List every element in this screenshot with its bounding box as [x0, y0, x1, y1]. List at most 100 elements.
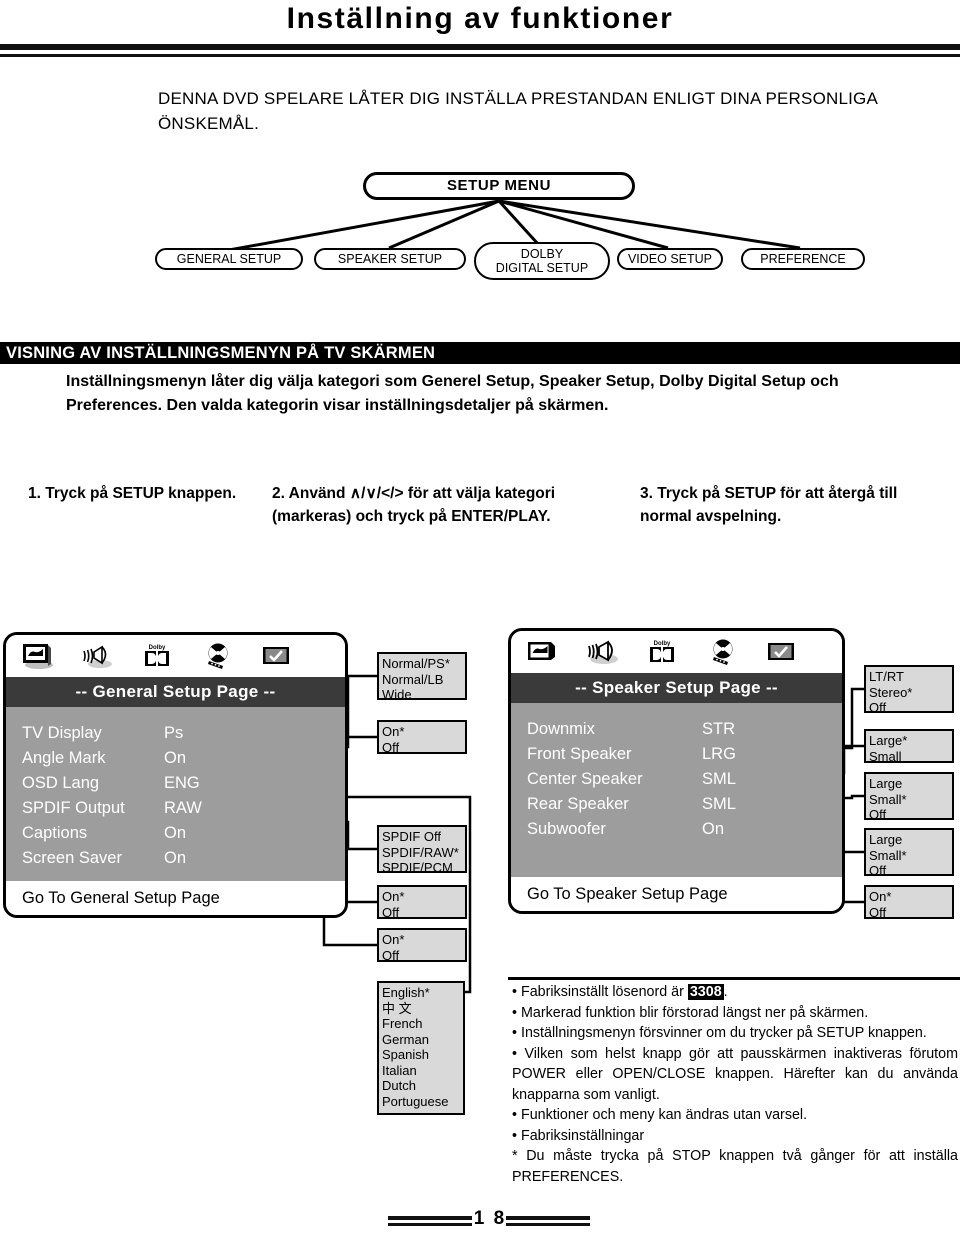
options-osd-lang[interactable]: English* 中 文 French German Spanish Italian Dut… [377, 981, 465, 1115]
note-item: • Funktioner och meny kan ändras utan va… [512, 1107, 808, 1123]
general-setup-panel: Dolby -- General Setup Page -- TV Displa… [3, 632, 348, 918]
notes-divider [508, 977, 960, 980]
row-value: RAW [164, 799, 202, 817]
row-value: On [164, 849, 187, 867]
row-label: Rear Speaker [527, 795, 629, 813]
speaker-setup-panel: Dolby -- Speaker Setup Page -- Downmix S… [508, 628, 845, 914]
section-heading: VISNING AV INSTÄLLNINGSMENYN PÅ TV SKÄRM… [0, 342, 960, 364]
row-label: Screen Saver [22, 849, 122, 867]
note-password-suffix: . [723, 984, 728, 1000]
row-label: SPDIF Output [22, 799, 125, 817]
step-2: 2. Använd ∧/∨/</> för att välja kategori… [272, 485, 556, 525]
general-setup-title: -- General Setup Page -- [6, 677, 345, 707]
checkmark-icon[interactable] [260, 642, 294, 670]
diagram-node-dolby-line2: DIGITAL SETUP [495, 261, 589, 275]
speaker-setup-rows: Downmix STR Front Speaker LRG Center Spe… [511, 703, 842, 877]
row-label: Captions [22, 824, 88, 842]
table-row[interactable]: Front Speaker LRG [511, 742, 842, 767]
row-label: Downmix [527, 720, 595, 738]
diagram-node-speaker-setup[interactable]: SPEAKER SETUP [314, 248, 466, 270]
step-1: 1. Tryck på SETUP knappen. [28, 485, 237, 502]
diagram-node-preference[interactable]: PREFERENCE [741, 248, 865, 270]
row-value: On [164, 749, 187, 767]
options-screen-saver[interactable]: On* Off [377, 928, 467, 963]
film-reel-icon[interactable] [705, 638, 739, 666]
row-value: SML [702, 770, 736, 788]
diagram-node-video-setup[interactable]: VIDEO SETUP [617, 248, 723, 270]
step-3: 3. Tryck på SETUP för att återgå till no… [640, 485, 898, 525]
row-label: TV Display [22, 724, 102, 742]
note-password-prefix: • Fabriksinställt lösenord är [512, 984, 688, 1000]
speaker-icon[interactable] [585, 638, 619, 666]
general-setup-icon-bar: Dolby [6, 635, 345, 677]
options-angle-mark[interactable]: On* Off [377, 720, 467, 755]
row-value: On [702, 820, 725, 838]
setup-menu-diagram: SETUP MENU GENERAL SETUP SPEAKER SETUP D… [0, 168, 960, 296]
row-label: Angle Mark [22, 749, 106, 767]
row-label: Front Speaker [527, 745, 632, 763]
svg-text:Dolby: Dolby [654, 641, 671, 647]
general-setup-footer[interactable]: Go To General Setup Page [6, 881, 345, 915]
table-row[interactable]: Angle Mark On [6, 746, 345, 771]
table-row[interactable]: OSD Lang ENG [6, 771, 345, 796]
footer-rule-left-bottom [388, 1223, 472, 1226]
speaker-setup-footer[interactable]: Go To Speaker Setup Page [511, 877, 842, 911]
row-value: SML [702, 795, 736, 813]
table-row[interactable]: Center Speaker SML [511, 767, 842, 792]
speaker-icon[interactable] [80, 642, 114, 670]
options-tv-display[interactable]: Normal/PS* Normal/LB Wide [377, 652, 467, 702]
row-value: Ps [164, 724, 184, 742]
table-row[interactable]: Screen Saver On [6, 846, 345, 871]
options-front-speaker[interactable]: Large* Small [864, 729, 954, 764]
table-row[interactable]: Subwoofer On [511, 817, 842, 842]
password-value: 3308 [687, 984, 724, 1000]
speaker-setup-title: -- Speaker Setup Page -- [511, 673, 842, 703]
options-downmix[interactable]: LT/RT Stereo* Off [864, 665, 954, 715]
row-label: OSD Lang [22, 774, 100, 792]
row-value: ENG [164, 774, 200, 792]
notes-list: • Fabriksinställt lösenord är 3308. • Ma… [512, 982, 958, 1187]
row-label: Center Speaker [527, 770, 643, 788]
tv-icon[interactable] [525, 638, 559, 666]
checkmark-icon[interactable] [765, 638, 799, 666]
note-item: • Vilken som helst knapp gör att pausskä… [512, 1045, 958, 1103]
table-row[interactable]: SPDIF Output RAW [6, 796, 345, 821]
options-subwoofer[interactable]: On* Off [864, 885, 954, 920]
options-captions[interactable]: On* Off [377, 885, 467, 920]
svg-text:Dolby: Dolby [149, 645, 166, 651]
note-item: • Inställningsmenyn försvinner om du try… [512, 1025, 927, 1041]
options-rear-speaker[interactable]: Large Small* Off [864, 828, 954, 878]
footer-rule-right-bottom [506, 1223, 590, 1226]
table-row[interactable]: Captions On [6, 821, 345, 846]
page-number: 1 8 [473, 1208, 507, 1229]
section-body-text: Inställningsmenyn låter dig välja katego… [66, 373, 839, 414]
dolby-icon[interactable]: Dolby [140, 642, 174, 670]
diagram-node-dolby-digital-setup[interactable]: DOLBY DIGITAL SETUP [474, 242, 610, 280]
row-value: On [164, 824, 187, 842]
note-item: • Markerad funktion blir förstorad längs… [512, 1004, 869, 1021]
note-password: • Fabriksinställt lösenord är 3308. [512, 982, 958, 1003]
row-value: LRG [702, 745, 736, 763]
header-rule-thick [0, 44, 960, 50]
diagram-node-dolby-line1: DOLBY [520, 247, 564, 261]
general-setup-rows: TV Display Ps Angle Mark On OSD Lang ENG… [6, 707, 345, 881]
options-center-speaker[interactable]: Large Small* Off [864, 772, 954, 822]
row-label: Subwoofer [527, 820, 606, 838]
header-rule-thin [0, 54, 960, 57]
diagram-node-general-setup[interactable]: GENERAL SETUP [155, 248, 303, 270]
film-reel-icon[interactable] [200, 642, 234, 670]
note-item: • Fabriksinställningar [512, 1127, 645, 1144]
footer-rule-right-top [506, 1216, 590, 1220]
dolby-icon[interactable]: Dolby [645, 638, 679, 666]
intro-text: DENNA DVD SPELARE LÅTER DIG INSTÄLLA PRE… [158, 89, 878, 133]
diagram-node-setup-menu[interactable]: SETUP MENU [363, 172, 635, 200]
note-item: * Du måste trycka på STOP knappen två gå… [512, 1148, 958, 1185]
tv-icon[interactable] [20, 642, 54, 670]
table-row[interactable]: Rear Speaker SML [511, 792, 842, 817]
table-row[interactable]: TV Display Ps [6, 721, 345, 746]
speaker-setup-icon-bar: Dolby [511, 631, 842, 673]
table-row[interactable]: Downmix STR [511, 717, 842, 742]
row-value: STR [702, 720, 735, 738]
footer-rule-left-top [388, 1216, 472, 1220]
options-spdif-output[interactable]: SPDIF Off SPDIF/RAW* SPDIF/PCM [377, 825, 467, 875]
